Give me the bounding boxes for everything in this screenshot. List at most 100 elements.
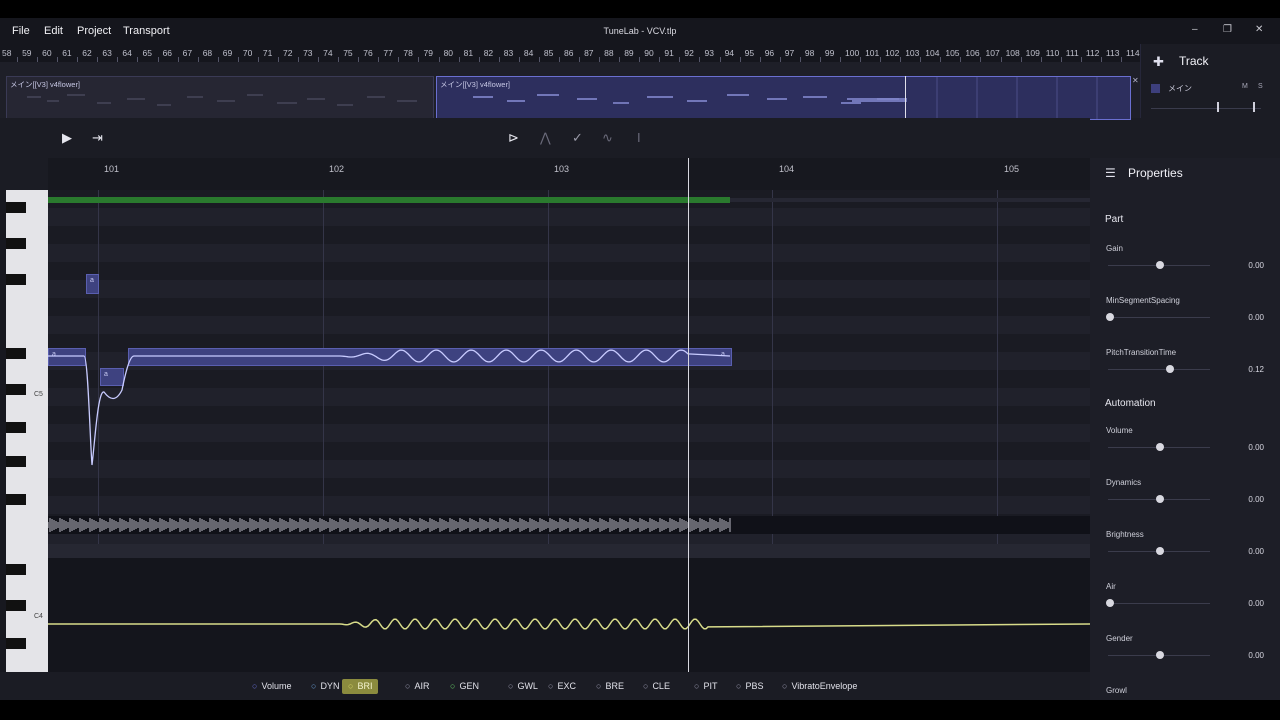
track-pan-thumb[interactable] bbox=[1253, 102, 1255, 112]
app-window: File Edit Project Transport TuneLab - VC… bbox=[0, 18, 1280, 700]
track-panel-title: Track bbox=[1179, 54, 1209, 68]
black-key[interactable] bbox=[6, 564, 26, 575]
ruler-label: 72 bbox=[283, 48, 293, 58]
black-key[interactable] bbox=[6, 384, 26, 395]
black-key[interactable] bbox=[6, 274, 26, 285]
param-value[interactable]: 0.00 bbox=[1226, 547, 1264, 556]
select-tool-icon[interactable]: ⊳ bbox=[508, 130, 519, 146]
ruler-label: 87 bbox=[584, 48, 594, 58]
param-slider-thumb[interactable] bbox=[1156, 547, 1164, 555]
param-slider[interactable] bbox=[1108, 603, 1210, 604]
play-icon[interactable]: ▶ bbox=[62, 130, 72, 146]
ruler-label: 79 bbox=[423, 48, 433, 58]
menubar: File Edit Project Transport TuneLab - VC… bbox=[0, 18, 1280, 44]
ruler-label: 112 bbox=[1085, 48, 1100, 58]
automation-tab-pbs[interactable]: ○ PBS bbox=[730, 679, 769, 694]
automation-lane[interactable] bbox=[48, 558, 1090, 672]
text-cursor-tool-icon[interactable]: I bbox=[637, 130, 641, 145]
pitch-draw-tool-icon[interactable]: ⋀ bbox=[540, 130, 551, 146]
ruler-label: 82 bbox=[483, 48, 494, 58]
automation-tab-dyn[interactable]: ○ DYN bbox=[305, 679, 345, 694]
piano-roll[interactable]: a a a a C5 C4 bbox=[0, 190, 1090, 672]
mute-button[interactable]: M bbox=[1242, 83, 1248, 90]
param-slider[interactable] bbox=[1108, 317, 1210, 318]
param-slider-thumb[interactable] bbox=[1156, 651, 1164, 659]
automation-tab-exc[interactable]: ○ EXC bbox=[542, 679, 582, 694]
ruler-label: 89 bbox=[624, 48, 634, 58]
black-key[interactable] bbox=[6, 202, 26, 213]
automation-tab-air[interactable]: ○ AIR bbox=[399, 679, 435, 694]
black-key[interactable] bbox=[6, 638, 26, 649]
automation-tab-gwl[interactable]: ○ GWL bbox=[502, 679, 544, 694]
editor-ruler-label: 102 bbox=[329, 164, 345, 174]
automation-color-icon: ○ bbox=[782, 681, 788, 691]
black-key[interactable] bbox=[6, 456, 26, 467]
param-value[interactable]: 0.00 bbox=[1226, 599, 1264, 608]
piano-keyboard[interactable]: C5 C4 bbox=[6, 190, 48, 672]
automation-tab-bre[interactable]: ○ BRE bbox=[590, 679, 630, 694]
param-value[interactable]: 0.12 bbox=[1226, 365, 1264, 374]
automation-tab-label: AIR bbox=[414, 681, 430, 691]
automation-tab-cle[interactable]: ○ CLE bbox=[637, 679, 676, 694]
editor-ruler-label: 104 bbox=[779, 164, 795, 174]
param-slider-thumb[interactable] bbox=[1106, 599, 1114, 607]
ruler-label: 64 bbox=[122, 48, 132, 58]
automation-tabs: ○ Volume ○ DYN ○ BRI ○ AIR ○ GEN ○ GWL ○ EXC ○ BRE ○ CLE ○… bbox=[0, 672, 1090, 700]
param-label: Dynamics bbox=[1106, 478, 1142, 487]
track-volume-slider[interactable] bbox=[1151, 108, 1261, 109]
automation-tab-volume[interactable]: ○ Volume bbox=[246, 679, 297, 694]
ruler-label: 90 bbox=[644, 48, 654, 58]
window-title: TuneLab - VCV.tlp bbox=[603, 26, 677, 36]
playhead[interactable] bbox=[688, 158, 689, 672]
param-value[interactable]: 0.00 bbox=[1226, 261, 1264, 270]
automation-tab-vibratoenvelope[interactable]: ○ VibratoEnvelope bbox=[776, 679, 863, 694]
ruler-label: 66 bbox=[162, 48, 173, 58]
param-slider[interactable] bbox=[1108, 369, 1210, 370]
brush-tool-icon[interactable]: ✓ bbox=[572, 130, 583, 146]
ruler-label: 92 bbox=[684, 48, 694, 58]
automation-tab-gen[interactable]: ○ GEN bbox=[444, 679, 485, 694]
skip-to-end-icon[interactable]: ⇥ bbox=[92, 130, 103, 146]
automation-section-title: Automation bbox=[1105, 398, 1156, 409]
param-value[interactable]: 0.00 bbox=[1226, 651, 1264, 660]
ruler-label: 76 bbox=[363, 48, 373, 58]
clip[interactable]: メイン[[V3] v4flower] bbox=[6, 76, 434, 120]
black-key[interactable] bbox=[6, 238, 26, 249]
black-key[interactable] bbox=[6, 422, 26, 433]
track-volume-thumb[interactable] bbox=[1217, 102, 1219, 112]
param-value[interactable]: 0.00 bbox=[1226, 443, 1264, 452]
ruler-label: 81 bbox=[463, 48, 474, 58]
close-icon[interactable]: ✕ bbox=[1255, 24, 1263, 35]
param-slider-thumb[interactable] bbox=[1156, 443, 1164, 451]
param-slider-thumb[interactable] bbox=[1156, 495, 1164, 503]
param-label: Brightness bbox=[1106, 530, 1144, 539]
maximize-icon[interactable]: ❐ bbox=[1223, 24, 1232, 35]
param-slider-thumb[interactable] bbox=[1166, 365, 1174, 373]
automation-color-icon: ○ bbox=[252, 681, 258, 691]
param-slider-thumb[interactable] bbox=[1106, 313, 1114, 321]
automation-tab-label: DYN bbox=[320, 681, 340, 691]
param-value[interactable]: 0.00 bbox=[1226, 495, 1264, 504]
vibrato-tool-icon[interactable]: ∿ bbox=[602, 130, 613, 146]
param-value[interactable]: 0.00 bbox=[1226, 313, 1264, 322]
param-slider-thumb[interactable] bbox=[1156, 261, 1164, 269]
solo-button[interactable]: S bbox=[1258, 83, 1263, 90]
automation-tab-bri[interactable]: ○ BRI bbox=[342, 679, 379, 694]
clip-selected[interactable]: メイン[[V3] v4flower] bbox=[436, 76, 1131, 120]
automation-color-icon: ○ bbox=[508, 681, 514, 691]
editor-ruler[interactable]: 101 102 103 104 105 bbox=[48, 158, 1090, 190]
automation-tab-label: CLE bbox=[652, 681, 670, 691]
black-key[interactable] bbox=[6, 348, 26, 359]
editor-ruler-label: 101 bbox=[104, 164, 120, 174]
minimize-icon[interactable]: – bbox=[1192, 24, 1198, 35]
timeline-ruler[interactable]: 58 59 60 61 62 63 64 65 66 67 68 69 70 71 72 73 74 75 76 77… bbox=[0, 44, 1142, 62]
track-lane[interactable]: メイン[[V3] v4flower] メイン[[V3] v4flower] ✕ bbox=[0, 62, 1140, 120]
black-key[interactable] bbox=[6, 494, 26, 505]
black-key[interactable] bbox=[6, 600, 26, 611]
ruler-label: 108 bbox=[1005, 48, 1020, 58]
ruler-label: 86 bbox=[564, 48, 574, 58]
automation-tab-pit[interactable]: ○ PIT bbox=[688, 679, 723, 694]
automation-color-icon: ○ bbox=[643, 681, 649, 691]
ruler-label: 85 bbox=[543, 48, 554, 58]
track-name[interactable]: メイン bbox=[1168, 83, 1192, 94]
